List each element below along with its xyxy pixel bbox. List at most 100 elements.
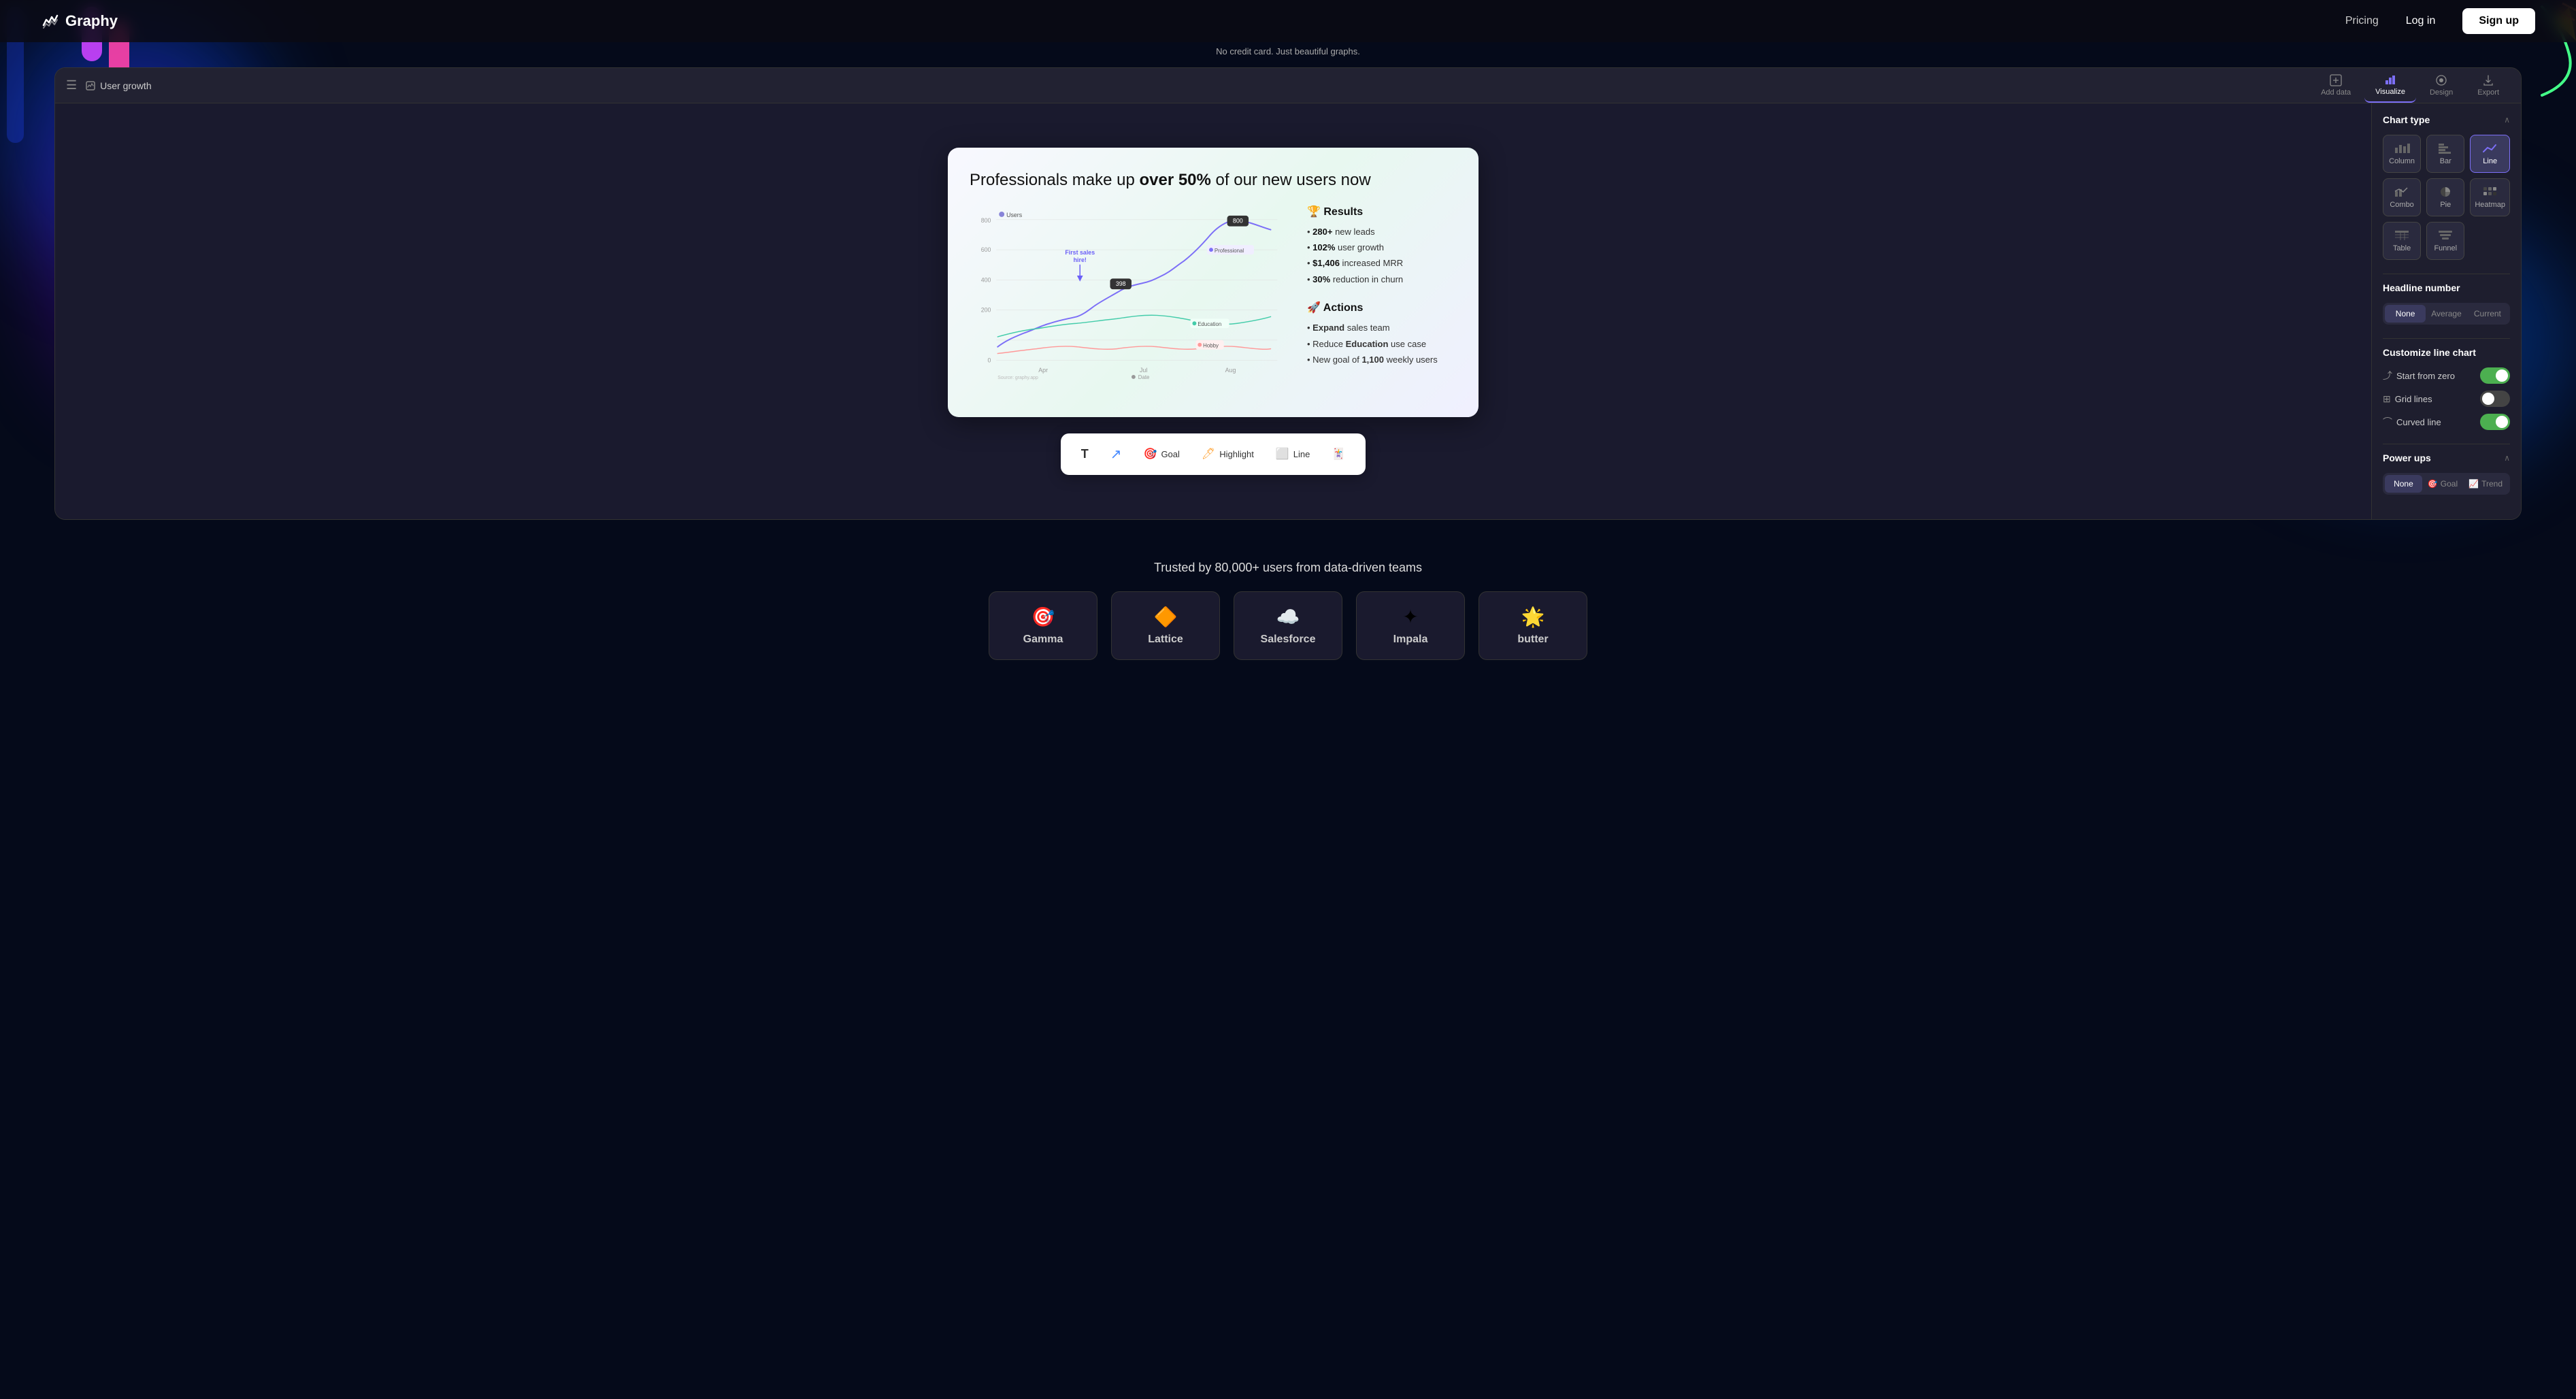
svg-text:Jul: Jul [1140, 367, 1147, 374]
headline-average-btn[interactable]: Average [2426, 305, 2466, 323]
text-tool-btn[interactable]: T [1072, 442, 1098, 467]
result-item: 102% user growth [1307, 240, 1457, 255]
emoji-icon: 🃏 [1332, 447, 1345, 461]
start-from-zero-label: ⤴ Start from zero [2383, 369, 2455, 382]
actions-list: Expand sales team Reduce Education use c… [1307, 320, 1457, 367]
line-tool-btn[interactable]: ⬜ Line [1266, 442, 1320, 466]
arrow-tool-btn[interactable]: ↗ [1101, 440, 1132, 468]
results-section: 🏆 Results 280+ new leads 102% user growt… [1307, 205, 1457, 288]
chart-type-heatmap[interactable]: Heatmap [2470, 178, 2510, 216]
hamburger-icon[interactable]: ☰ [66, 78, 77, 93]
svg-text:Education: Education [1198, 321, 1221, 327]
navbar: Graphy Pricing Log in Sign up [0, 0, 2576, 42]
power-ups-title: Power ups [2383, 452, 2431, 463]
collapse-icon[interactable]: ∧ [2504, 115, 2510, 125]
goal-icon: 🎯 [1144, 447, 1157, 461]
start-from-zero-toggle[interactable] [2480, 367, 2510, 384]
chart-type-table[interactable]: Table [2383, 222, 2421, 260]
app-window: ☰ User growth Add data [54, 67, 2522, 520]
grid-lines-label: ⊞ Grid lines [2383, 393, 2432, 405]
logos-row: 🎯 Gamma 🔶 Lattice ☁️ Salesforce ✦ Impala… [54, 591, 2522, 660]
headline-section: Headline number None Average Current [2383, 282, 2510, 325]
customize-section: Customize line chart ⤴ Start from zero ⊞… [2383, 347, 2510, 430]
goal-tool-btn[interactable]: 🎯 Goal [1134, 442, 1189, 466]
logo-text: Graphy [65, 12, 118, 30]
app-toolbar: ☰ User growth Add data [55, 68, 2521, 103]
bottom-toolbar: T ↗ 🎯 Goal 🖊 Highlight ⬜ Line [1061, 433, 1366, 475]
line-icon: ⬜ [1276, 447, 1289, 461]
salesforce-icon: ☁️ [1276, 606, 1300, 628]
start-from-zero-icon: ⤴ [2383, 369, 2392, 382]
logo-salesforce: ☁️ Salesforce [1234, 591, 1342, 660]
pricing-link[interactable]: Pricing [2345, 15, 2379, 27]
line-label: Line [1293, 449, 1310, 459]
svg-text:200: 200 [981, 306, 991, 313]
power-ups-header: Power ups ∧ [2383, 452, 2510, 463]
headline-none-btn[interactable]: None [2385, 305, 2426, 323]
visualize-btn[interactable]: Visualize [2364, 68, 2416, 103]
chart-results: 🏆 Results 280+ new leads 102% user growt… [1307, 205, 1457, 395]
action-item: Reduce Education use case [1307, 336, 1457, 352]
grid-lines-icon: ⊞ [2383, 393, 2391, 405]
login-button[interactable]: Log in [2395, 10, 2447, 33]
chart-type-grid: Column Bar [2383, 135, 2510, 260]
headline-segmented: None Average Current [2383, 303, 2510, 325]
pu-none-btn[interactable]: None [2385, 475, 2422, 493]
app-title: User growth [85, 80, 151, 91]
canvas-area: Professionals make up over 50% of our ne… [55, 103, 2371, 519]
customize-header: Customize line chart [2383, 347, 2510, 358]
svg-text:Aug: Aug [1225, 367, 1236, 374]
signup-button[interactable]: Sign up [2462, 8, 2535, 34]
logo[interactable]: Graphy [41, 12, 118, 31]
curved-line-row: ⌒ Curved line [2383, 414, 2510, 430]
chart-type-bar[interactable]: Bar [2426, 135, 2464, 173]
headline-header: Headline number [2383, 282, 2510, 293]
chart-type-pie[interactable]: Pie [2426, 178, 2464, 216]
trusted-section: Trusted by 80,000+ users from data-drive… [0, 533, 2576, 674]
power-ups-collapse-icon[interactable]: ∧ [2504, 453, 2510, 463]
chart-type-title: Chart type [2383, 114, 2430, 125]
pu-trend-icon: 📈 [2468, 479, 2479, 489]
chart-svg: 800 600 400 200 0 Users Apr Jul Aug [970, 205, 1291, 382]
highlight-label: Highlight [1219, 449, 1254, 459]
design-btn[interactable]: Design [2419, 69, 2464, 102]
pu-trend-btn[interactable]: 📈 Trend [2463, 475, 2508, 493]
arrow-icon: ↗ [1110, 446, 1122, 463]
divider-2 [2383, 338, 2510, 339]
pu-goal-icon: 🎯 [2428, 479, 2438, 489]
result-item: $1,406 increased MRR [1307, 255, 1457, 271]
headline-current-btn[interactable]: Current [2467, 305, 2508, 323]
result-item: 280+ new leads [1307, 224, 1457, 240]
chart-type-column[interactable]: Column [2383, 135, 2421, 173]
export-btn[interactable]: Export [2466, 69, 2510, 102]
svg-text:Professional: Professional [1215, 248, 1244, 254]
tagline: No credit card. Just beautiful graphs. [0, 42, 2576, 61]
logo-gamma: 🎯 Gamma [989, 591, 1097, 660]
svg-text:Hobby: Hobby [1203, 342, 1219, 348]
navbar-right: Pricing Log in Sign up [2345, 8, 2535, 34]
butter-name: butter [1517, 633, 1548, 646]
gamma-icon: 🎯 [1031, 606, 1055, 628]
svg-text:0: 0 [988, 357, 991, 363]
logo-impala: ✦ Impala [1356, 591, 1465, 660]
logo-lattice: 🔶 Lattice [1111, 591, 1220, 660]
add-data-btn[interactable]: Add data [2310, 69, 2362, 102]
app-body: Professionals make up over 50% of our ne… [55, 103, 2521, 519]
chart-graph-area: 800 600 400 200 0 Users Apr Jul Aug [970, 205, 1291, 395]
chart-type-line[interactable]: Line [2470, 135, 2510, 173]
svg-text:800: 800 [981, 216, 991, 223]
svg-text:First sales: First sales [1065, 249, 1095, 256]
pu-goal-btn[interactable]: 🎯 Goal [2422, 475, 2463, 493]
impala-icon: ✦ [1402, 606, 1418, 628]
power-ups-section: Power ups ∧ None 🎯 Goal 📈 Trend [2383, 452, 2510, 495]
svg-text:Users: Users [1006, 211, 1023, 218]
chart-type-funnel[interactable]: Funnel [2426, 222, 2464, 260]
svg-text:hire!: hire! [1074, 256, 1087, 263]
grid-lines-toggle[interactable] [2480, 391, 2510, 407]
chart-card: Professionals make up over 50% of our ne… [948, 148, 1479, 416]
chart-type-combo[interactable]: Combo [2383, 178, 2421, 216]
emoji-tool-btn[interactable]: 🃏 [1322, 442, 1355, 466]
result-item: 30% reduction in churn [1307, 271, 1457, 287]
curved-line-toggle[interactable] [2480, 414, 2510, 430]
highlight-tool-btn[interactable]: 🖊 Highlight [1192, 442, 1264, 466]
